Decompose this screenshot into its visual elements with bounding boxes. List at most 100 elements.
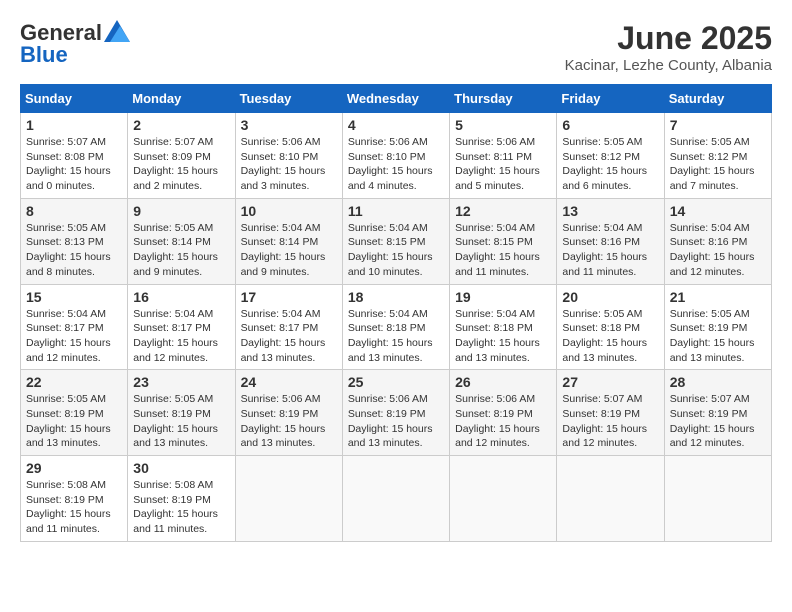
calendar-cell [450, 456, 557, 542]
calendar-cell: 17 Sunrise: 5:04 AMSunset: 8:17 PMDayligh… [235, 284, 342, 370]
day-info: Sunrise: 5:05 AMSunset: 8:19 PMDaylight:… [670, 307, 766, 366]
calendar-cell: 28 Sunrise: 5:07 AMSunset: 8:19 PMDayligh… [664, 370, 771, 456]
weekday-header: Thursday [450, 85, 557, 113]
weekday-header: Wednesday [342, 85, 449, 113]
day-info: Sunrise: 5:06 AMSunset: 8:19 PMDaylight:… [348, 392, 444, 451]
calendar-cell: 24 Sunrise: 5:06 AMSunset: 8:19 PMDayligh… [235, 370, 342, 456]
calendar-week-row: 15 Sunrise: 5:04 AMSunset: 8:17 PMDayligh… [21, 284, 772, 370]
main-title: June 2025 [565, 20, 772, 57]
calendar-cell: 29 Sunrise: 5:08 AMSunset: 8:19 PMDayligh… [21, 456, 128, 542]
calendar-cell: 5 Sunrise: 5:06 AMSunset: 8:11 PMDaylight… [450, 113, 557, 199]
calendar-header: SundayMondayTuesdayWednesdayThursdayFrid… [21, 85, 772, 113]
calendar-cell: 2 Sunrise: 5:07 AMSunset: 8:09 PMDaylight… [128, 113, 235, 199]
calendar-cell: 12Sunrise: 5:04 AMSunset: 8:15 PMDayligh… [450, 198, 557, 284]
title-area: June 2025 Kacinar, Lezhe County, Albania [565, 20, 772, 74]
day-number: 10 [241, 203, 337, 219]
day-info: Sunrise: 5:07 AMSunset: 8:19 PMDaylight:… [670, 392, 766, 451]
calendar-cell [557, 456, 664, 542]
day-info: Sunrise: 5:06 AMSunset: 8:10 PMDaylight:… [348, 135, 444, 194]
calendar-cell: 8 Sunrise: 5:05 AMSunset: 8:13 PMDaylight… [21, 198, 128, 284]
day-number: 3 [241, 117, 337, 133]
day-info: Sunrise: 5:04 AMSunset: 8:17 PMDaylight:… [26, 307, 122, 366]
calendar-week-row: 22 Sunrise: 5:05 AMSunset: 8:19 PMDayligh… [21, 370, 772, 456]
day-info: Sunrise: 5:04 AMSunset: 8:16 PMDaylight:… [562, 221, 658, 280]
day-number: 17 [241, 289, 337, 305]
day-number: 20 [562, 289, 658, 305]
calendar-cell: 10 Sunrise: 5:04 AMSunset: 8:14 PMDayligh… [235, 198, 342, 284]
day-info: Sunrise: 5:05 AMSunset: 8:13 PMDaylight:… [26, 221, 122, 280]
day-number: 29 [26, 460, 122, 476]
day-number: 24 [241, 374, 337, 390]
day-number: 6 [562, 117, 658, 133]
calendar-cell: 30Sunrise: 5:08 AMSunset: 8:19 PMDayligh… [128, 456, 235, 542]
calendar-cell: 11 Sunrise: 5:04 AMSunset: 8:15 PMDayligh… [342, 198, 449, 284]
day-info: Sunrise: 5:07 AMSunset: 8:09 PMDaylight:… [133, 135, 229, 194]
calendar-cell: 4 Sunrise: 5:06 AMSunset: 8:10 PMDaylight… [342, 113, 449, 199]
calendar-cell: 18 Sunrise: 5:04 AMSunset: 8:18 PMDayligh… [342, 284, 449, 370]
day-info: Sunrise: 5:06 AMSunset: 8:11 PMDaylight:… [455, 135, 551, 194]
calendar-cell: 3Sunrise: 5:06 AMSunset: 8:10 PMDaylight… [235, 113, 342, 199]
calendar-cell: 26 Sunrise: 5:06 AMSunset: 8:19 PMDayligh… [450, 370, 557, 456]
day-number: 2 [133, 117, 229, 133]
day-number: 18 [348, 289, 444, 305]
calendar-cell: 19 Sunrise: 5:04 AMSunset: 8:18 PMDayligh… [450, 284, 557, 370]
calendar-cell: 16 Sunrise: 5:04 AMSunset: 8:17 PMDayligh… [128, 284, 235, 370]
day-number: 25 [348, 374, 444, 390]
day-number: 9 [133, 203, 229, 219]
day-number: 12 [455, 203, 551, 219]
day-info: Sunrise: 5:05 AMSunset: 8:18 PMDaylight:… [562, 307, 658, 366]
day-info: Sunrise: 5:05 AMSunset: 8:12 PMDaylight:… [562, 135, 658, 194]
day-info: Sunrise: 5:05 AMSunset: 8:19 PMDaylight:… [26, 392, 122, 451]
day-number: 14 [670, 203, 766, 219]
calendar-cell: 15 Sunrise: 5:04 AMSunset: 8:17 PMDayligh… [21, 284, 128, 370]
day-info: Sunrise: 5:07 AMSunset: 8:08 PMDaylight:… [26, 135, 122, 194]
day-info: Sunrise: 5:05 AMSunset: 8:14 PMDaylight:… [133, 221, 229, 280]
calendar-cell [664, 456, 771, 542]
calendar-cell: 21 Sunrise: 5:05 AMSunset: 8:19 PMDayligh… [664, 284, 771, 370]
weekday-header: Tuesday [235, 85, 342, 113]
day-number: 1 [26, 117, 122, 133]
calendar-cell: 13 Sunrise: 5:04 AMSunset: 8:16 PMDayligh… [557, 198, 664, 284]
day-info: Sunrise: 5:05 AMSunset: 8:19 PMDaylight:… [133, 392, 229, 451]
calendar-cell [342, 456, 449, 542]
day-number: 28 [670, 374, 766, 390]
calendar-cell: 6 Sunrise: 5:05 AMSunset: 8:12 PMDaylight… [557, 113, 664, 199]
day-number: 26 [455, 374, 551, 390]
day-info: Sunrise: 5:04 AMSunset: 8:17 PMDaylight:… [133, 307, 229, 366]
day-number: 8 [26, 203, 122, 219]
calendar-cell: 14 Sunrise: 5:04 AMSunset: 8:16 PMDayligh… [664, 198, 771, 284]
day-info: Sunrise: 5:06 AMSunset: 8:19 PMDaylight:… [241, 392, 337, 451]
weekday-header: Friday [557, 85, 664, 113]
logo-icon [104, 20, 130, 42]
day-info: Sunrise: 5:04 AMSunset: 8:14 PMDaylight:… [241, 221, 337, 280]
day-number: 21 [670, 289, 766, 305]
day-number: 5 [455, 117, 551, 133]
day-number: 16 [133, 289, 229, 305]
day-number: 13 [562, 203, 658, 219]
day-info: Sunrise: 5:06 AMSunset: 8:19 PMDaylight:… [455, 392, 551, 451]
weekday-header: Sunday [21, 85, 128, 113]
calendar-week-row: 8 Sunrise: 5:05 AMSunset: 8:13 PMDaylight… [21, 198, 772, 284]
calendar-body: 1 Sunrise: 5:07 AMSunset: 8:08 PMDaylight… [21, 113, 772, 542]
day-info: Sunrise: 5:04 AMSunset: 8:18 PMDaylight:… [455, 307, 551, 366]
calendar-cell [235, 456, 342, 542]
calendar-cell: 1 Sunrise: 5:07 AMSunset: 8:08 PMDaylight… [21, 113, 128, 199]
day-info: Sunrise: 5:08 AMSunset: 8:19 PMDaylight:… [26, 478, 122, 537]
page-header: General Blue June 2025 Kacinar, Lezhe Co… [20, 20, 772, 74]
day-info: Sunrise: 5:04 AMSunset: 8:15 PMDaylight:… [348, 221, 444, 280]
logo: General Blue [20, 20, 130, 68]
day-number: 4 [348, 117, 444, 133]
day-number: 11 [348, 203, 444, 219]
day-info: Sunrise: 5:05 AMSunset: 8:12 PMDaylight:… [670, 135, 766, 194]
day-number: 7 [670, 117, 766, 133]
calendar-cell: 25 Sunrise: 5:06 AMSunset: 8:19 PMDayligh… [342, 370, 449, 456]
day-number: 22 [26, 374, 122, 390]
day-info: Sunrise: 5:04 AMSunset: 8:18 PMDaylight:… [348, 307, 444, 366]
day-number: 19 [455, 289, 551, 305]
calendar-cell: 27Sunrise: 5:07 AMSunset: 8:19 PMDayligh… [557, 370, 664, 456]
day-info: Sunrise: 5:04 AMSunset: 8:16 PMDaylight:… [670, 221, 766, 280]
calendar-week-row: 1 Sunrise: 5:07 AMSunset: 8:08 PMDaylight… [21, 113, 772, 199]
day-info: Sunrise: 5:08 AMSunset: 8:19 PMDaylight:… [133, 478, 229, 537]
day-number: 15 [26, 289, 122, 305]
day-info: Sunrise: 5:04 AMSunset: 8:17 PMDaylight:… [241, 307, 337, 366]
